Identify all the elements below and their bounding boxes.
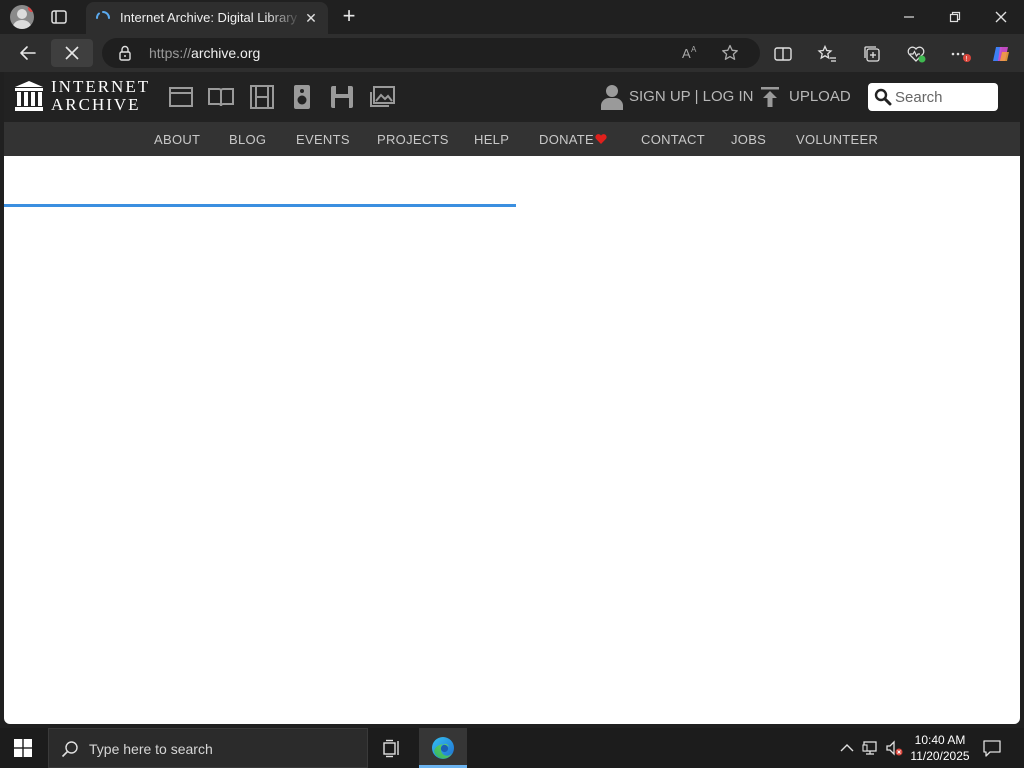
profile-notification-dot <box>28 5 34 12</box>
audio-icon[interactable] <box>288 83 316 111</box>
browser-toolbar: https://archive.org AA ! <box>0 34 1024 72</box>
nav-blog[interactable]: BLOG <box>229 132 266 147</box>
favorite-star-icon[interactable] <box>720 43 740 63</box>
windows-taskbar: Type here to search 10:40 AM 11/20/2025 <box>0 728 1024 768</box>
internet-archive-logo-icon[interactable] <box>14 80 44 112</box>
favorites-icon[interactable] <box>816 43 838 65</box>
ia-wordmark-line2: ARCHIVE <box>51 95 141 114</box>
taskbar-search-icon <box>61 741 78 758</box>
address-bar[interactable]: https://archive.org AA <box>102 38 760 68</box>
profile-avatar[interactable] <box>10 5 34 29</box>
tab-actions-icon[interactable] <box>50 8 68 26</box>
video-icon[interactable] <box>248 83 276 111</box>
collections-icon[interactable] <box>861 43 883 65</box>
web-icon[interactable] <box>167 83 195 111</box>
ia-search-box[interactable] <box>868 83 998 111</box>
ia-search-input[interactable] <box>895 87 993 107</box>
ia-wordmark[interactable]: INTERNET ARCHIVE <box>51 78 150 114</box>
nav-volunteer[interactable]: VOLUNTEER <box>796 132 878 147</box>
tab-close-icon[interactable]: ✕ <box>303 10 319 26</box>
nav-about[interactable]: ABOUT <box>154 132 200 147</box>
images-icon[interactable] <box>368 83 396 111</box>
nav-events[interactable]: EVENTS <box>296 132 350 147</box>
search-icon[interactable] <box>874 88 892 106</box>
nav-help[interactable]: HELP <box>474 132 509 147</box>
svg-text:A: A <box>682 46 691 61</box>
browser-tab-strip: Internet Archive: Digital Library of Fre… <box>0 0 1024 34</box>
loading-spinner-icon <box>96 11 110 19</box>
read-aloud-icon[interactable]: AA <box>680 43 700 63</box>
clock-date: 11/20/2025 <box>910 749 970 763</box>
nav-donate[interactable]: DONATE <box>539 132 594 147</box>
task-view-icon[interactable] <box>382 738 402 758</box>
page-viewport: INTERNET ARCHIVE SIGN UP | LOG IN UPLOAD <box>4 72 1020 724</box>
settings-more-icon[interactable]: ! <box>949 43 971 65</box>
copilot-icon[interactable] <box>990 43 1012 65</box>
address-url: https://archive.org <box>149 45 261 61</box>
taskbar-search-box[interactable]: Type here to search <box>48 728 368 768</box>
svg-text:!: ! <box>966 56 968 63</box>
stop-icon <box>65 46 79 60</box>
windows-start-icon[interactable] <box>14 739 32 757</box>
user-icon[interactable] <box>600 84 624 110</box>
edge-icon <box>432 737 454 759</box>
nav-jobs[interactable]: JOBS <box>731 132 766 147</box>
restore-icon[interactable] <box>944 6 966 28</box>
minimize-icon[interactable] <box>898 6 920 28</box>
taskbar-edge-button[interactable] <box>419 728 467 768</box>
back-button[interactable] <box>14 39 42 67</box>
stop-loading-button[interactable] <box>51 39 93 67</box>
taskbar-search-placeholder: Type here to search <box>89 741 213 757</box>
network-icon[interactable] <box>862 739 880 757</box>
clock-time: 10:40 AM <box>914 733 966 747</box>
browser-tab-active[interactable]: Internet Archive: Digital Library of Fre… <box>86 2 328 34</box>
ia-header: INTERNET ARCHIVE SIGN UP | LOG IN UPLOAD <box>4 72 1020 122</box>
ia-wordmark-line1: INTERNET <box>51 77 151 96</box>
ia-top-nav: ABOUT BLOG EVENTS PROJECTS HELP DONATE C… <box>4 122 1020 207</box>
back-arrow-icon <box>20 46 36 60</box>
browser-essentials-icon[interactable] <box>905 43 927 65</box>
notifications-icon[interactable] <box>982 738 1002 758</box>
lock-icon[interactable] <box>116 44 134 62</box>
software-icon[interactable] <box>328 83 356 111</box>
split-screen-icon[interactable] <box>772 43 794 65</box>
upload-link[interactable]: UPLOAD <box>789 88 851 105</box>
heart-icon <box>595 134 607 144</box>
nav-contact[interactable]: CONTACT <box>641 132 705 147</box>
texts-icon[interactable] <box>207 83 235 111</box>
close-window-icon[interactable] <box>990 6 1012 28</box>
nav-projects[interactable]: PROJECTS <box>377 132 449 147</box>
show-hidden-icons-chevron-icon[interactable] <box>838 739 856 757</box>
upload-icon[interactable] <box>760 86 780 108</box>
volume-muted-icon[interactable] <box>885 739 903 757</box>
sign-up-login-link[interactable]: SIGN UP | LOG IN <box>629 88 753 105</box>
page-load-progress-bar <box>4 204 516 207</box>
svg-text:A: A <box>691 45 697 54</box>
new-tab-button[interactable]: + <box>338 5 360 28</box>
system-clock[interactable]: 10:40 AM 11/20/2025 <box>908 732 972 764</box>
